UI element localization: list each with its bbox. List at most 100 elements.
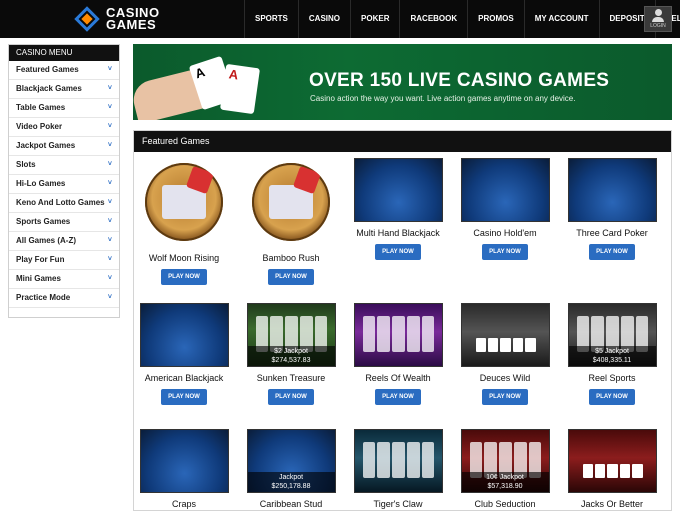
nav-racebook[interactable]: RACEBOOK [399,0,467,38]
sidebar-item[interactable]: Blackjack Games ˅ [9,80,119,99]
ace-of-hearts-card: A [219,63,261,115]
nav-poker[interactable]: POKER [350,0,399,38]
game-card: Jacks Or BetterPLAY NOW [562,423,662,510]
chevron-down-icon: ˅ [107,123,112,130]
jackpot-overlay: Jackpot $250,178.88 [247,472,335,492]
play-now-button[interactable]: PLAY NOW [589,244,635,260]
sidebar-item[interactable]: Sports Games ˅ [9,213,119,232]
sidebar-item[interactable]: Table Games ˅ [9,99,119,118]
sidebar-item[interactable]: Jackpot Games ˅ [9,137,119,156]
game-thumbnail[interactable] [460,158,550,222]
game-thumbnail[interactable] [252,163,330,241]
game-title[interactable]: Tiger's Claw [348,499,448,509]
play-now-button[interactable]: PLAY NOW [375,389,421,405]
featured-games-panel: Featured Games Wolf Moon Rising PLAY NOW B… [133,130,672,511]
game-card: CrapsPLAY NOW [134,423,234,510]
sidebar-item-label: Slots [16,160,36,169]
chevron-down-icon: ˅ [107,199,112,206]
game-thumbnail[interactable] [353,303,443,367]
jackpot-label: $5 Jackpot [595,348,629,355]
game-title[interactable]: American Blackjack [134,373,234,383]
play-now-button[interactable]: PLAY NOW [268,269,314,285]
game-title[interactable]: Jacks Or Better [562,499,662,509]
chevron-down-icon: ˅ [107,142,112,149]
nav-casino[interactable]: CASINO [297,0,350,38]
chevron-down-icon: ˅ [107,66,112,73]
game-thumbnail[interactable] [353,158,443,222]
sidebar-item-label: Video Poker [16,122,63,131]
chevron-down-icon: ˅ [107,85,112,92]
play-now-button[interactable]: PLAY NOW [375,244,421,260]
game-title[interactable]: Wolf Moon Rising [134,253,234,263]
game-card: Reels Of Wealth PLAY NOW [348,297,448,405]
jackpot-amount: $57,318.90 [487,483,523,490]
sidebar-item[interactable]: Mini Games ˅ [9,270,119,289]
play-now-button[interactable]: PLAY NOW [482,244,528,260]
game-card: 10¢ Jackpot$57,318.90Club SeductionPLAY … [455,423,555,510]
game-card: Multi Hand Blackjack PLAY NOW [348,153,448,260]
game-title[interactable]: Three Card Poker [562,228,662,238]
sidebar-item[interactable]: Slots ˅ [9,156,119,175]
sidebar-item-label: Mini Games [16,274,61,283]
nav-sports[interactable]: SPORTS [244,0,298,38]
game-title[interactable]: Deuces Wild [455,373,555,383]
chevron-down-icon: ˅ [107,256,112,263]
sidebar-item[interactable]: Featured Games ˅ [9,61,119,80]
promo-banner[interactable]: A A OVER 150 LIVE CASINO GAMES Casino ac… [133,44,672,120]
game-title[interactable]: Casino Hold'em [455,228,555,238]
game-thumbnail[interactable] [460,303,550,367]
sidebar-item-label: Featured Games [16,65,79,74]
main-nav: SPORTS CASINO POKER RACEBOOK PROMOS MY A… [244,0,680,38]
sidebar-item-label: All Games (A-Z) [16,236,77,245]
sidebar-item[interactable]: Practice Mode ˅ [9,289,119,308]
game-card: Jackpot$250,178.88Caribbean StudPLAY NOW [241,423,341,510]
game-thumbnail[interactable] [353,429,443,493]
game-title[interactable]: Multi Hand Blackjack [348,228,448,238]
game-thumbnail[interactable] [145,163,223,241]
nav-promos[interactable]: PROMOS [467,0,524,38]
jackpot-overlay: $2 Jackpot $274,537.83 [247,346,335,366]
sidebar-item[interactable]: Play For Fun ˅ [9,251,119,270]
game-title[interactable]: Club Seduction [455,499,555,509]
play-now-button[interactable]: PLAY NOW [161,269,207,285]
game-card: Bamboo Rush PLAY NOW [241,153,341,285]
game-thumbnail[interactable] [567,429,657,493]
game-thumbnail[interactable]: $2 Jackpot $274,537.83 [246,303,336,367]
game-title[interactable]: Bamboo Rush [241,253,341,263]
play-now-button[interactable]: PLAY NOW [482,389,528,405]
game-thumbnail[interactable] [139,429,229,493]
play-now-button[interactable]: PLAY NOW [589,389,635,405]
chevron-down-icon: ˅ [107,180,112,187]
sidebar-item-label: Sports Games [16,217,71,226]
sidebar-item[interactable]: All Games (A-Z) ˅ [9,232,119,251]
game-card: Deuces Wild PLAY NOW [455,297,555,405]
login-button[interactable]: LOGIN [644,6,672,32]
game-thumbnail[interactable]: 10¢ Jackpot $57,318.90 [460,429,550,493]
chevron-down-icon: ˅ [107,294,112,301]
nav-my-account[interactable]: MY ACCOUNT [523,0,599,38]
game-card: $2 Jackpot $274,537.83 Sunken Treasure PLAY… [241,297,341,405]
game-title[interactable]: Reels Of Wealth [348,373,448,383]
jackpot-amount: $408,335.11 [592,357,632,364]
play-now-button[interactable]: PLAY NOW [268,389,314,405]
play-now-button[interactable]: PLAY NOW [161,389,207,405]
game-title[interactable]: Reel Sports [562,373,662,383]
game-title[interactable]: Sunken Treasure [241,373,341,383]
jackpot-overlay: $5 Jackpot $408,335.11 [568,346,656,366]
sidebar-item[interactable]: Hi-Lo Games ˅ [9,175,119,194]
game-thumbnail[interactable]: Jackpot $250,178.88 [246,429,336,493]
banner-subtitle: Casino action the way you want. Live act… [310,94,576,103]
sidebar-item-label: Play For Fun [16,255,65,264]
sidebar-item[interactable]: Keno And Lotto Games ˅ [9,194,119,213]
chevron-down-icon: ˅ [107,275,112,282]
game-thumbnail[interactable] [567,158,657,222]
game-thumbnail[interactable]: $5 Jackpot $408,335.11 [567,303,657,367]
diamond-logo-icon [74,6,100,32]
game-title[interactable]: Craps [134,499,234,509]
sidebar-item[interactable]: Video Poker ˅ [9,118,119,137]
logo-line-2: GAMES [106,17,157,32]
casino-games-logo[interactable]: CASINO GAMES [74,4,160,34]
game-thumbnail[interactable] [139,303,229,367]
game-title[interactable]: Caribbean Stud [241,499,341,509]
jackpot-amount: $250,178.88 [271,483,311,490]
